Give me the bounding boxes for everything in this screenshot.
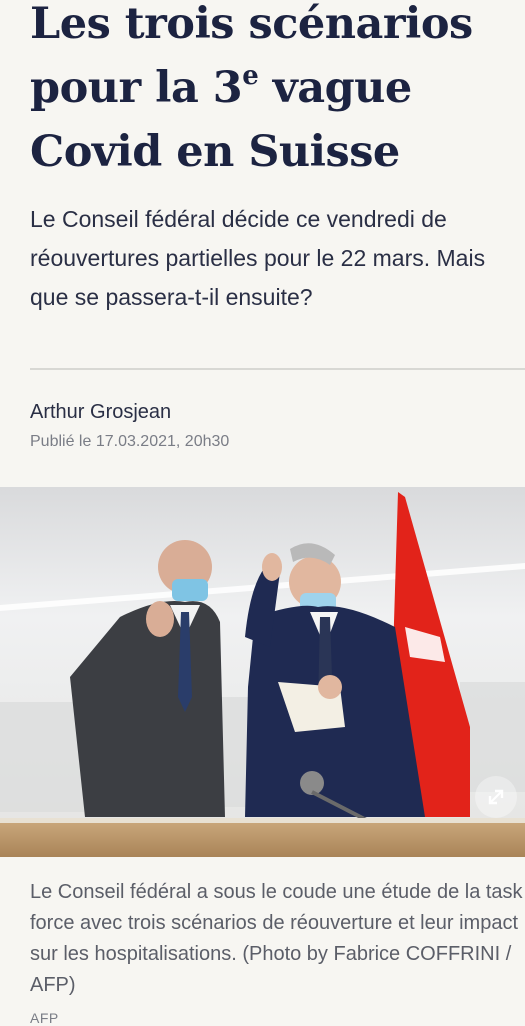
article-lead: Le Conseil fédéral décide ce vendredi de… bbox=[30, 206, 486, 310]
photo-caption: Le Conseil fédéral a sous le coude une é… bbox=[30, 881, 523, 996]
expand-photo-button[interactable] bbox=[475, 776, 517, 818]
headline-superscript: e bbox=[242, 61, 259, 91]
publish-date: Publié le 17.03.2021, 20h30 bbox=[30, 433, 230, 450]
divider bbox=[30, 368, 525, 370]
photo-illustration bbox=[0, 487, 525, 857]
author-name[interactable]: Arthur Grosjean bbox=[30, 401, 171, 424]
article-photo[interactable] bbox=[0, 487, 525, 857]
expand-icon bbox=[488, 789, 504, 805]
article-headline: Les trois scénarios pour la 3e vague Cov… bbox=[30, 0, 510, 184]
